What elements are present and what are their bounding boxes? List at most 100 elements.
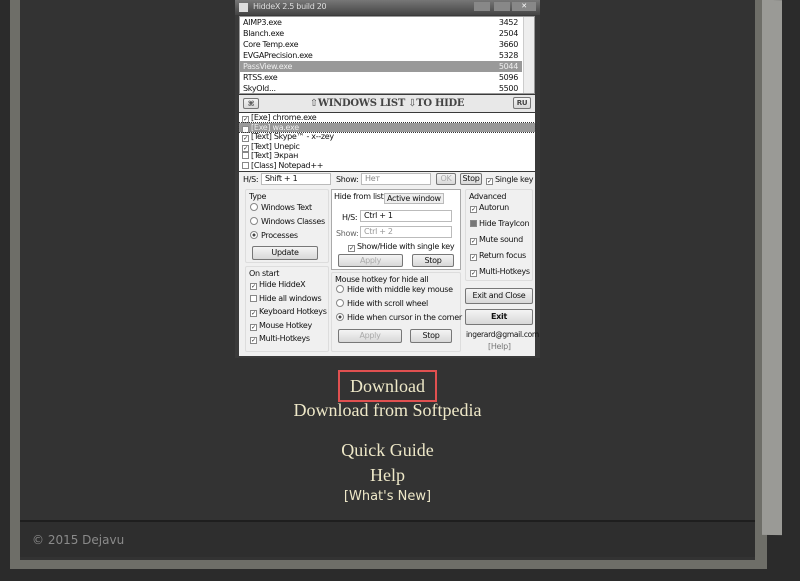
help-link[interactable]: [Help] [488, 342, 511, 351]
checkbox-hide-hiddex[interactable]: ✓ Hide HiddeX [250, 280, 306, 290]
radio-windows-classes[interactable]: Windows Classes [250, 217, 325, 226]
download-link[interactable]: Download [338, 370, 437, 402]
process-pid: 5500 [498, 84, 518, 93]
checkbox-mute-sound[interactable]: ✓ Mute sound [470, 235, 523, 245]
tab-active-window[interactable]: Active window [384, 193, 444, 204]
hide-list-item[interactable]: ✓ [Exe] chrome.exe [239, 113, 535, 123]
hide-item-checkbox[interactable]: ✓ [242, 135, 249, 142]
checkbox-multi-hotkeys[interactable]: ✓ Multi-Hotkeys [470, 267, 530, 277]
radio-hide-when-cursor-in-the-corner[interactable]: Hide when cursor in the corner [336, 313, 462, 322]
update-button[interactable]: Update [252, 246, 318, 260]
checkbox-label: Hide TrayIcon [479, 219, 530, 228]
footer: © 2015 Dejavu [20, 520, 755, 557]
language-button[interactable]: RU [513, 97, 531, 109]
process-row[interactable]: Blanch.exe 2504 [240, 28, 522, 39]
checkbox-autorun[interactable]: ✓ Autorun [470, 203, 509, 213]
hide-item-checkbox[interactable] [242, 152, 249, 159]
mouse-apply-button[interactable]: Apply [338, 329, 402, 343]
single-key-checkbox[interactable]: ✓ Single key [486, 175, 533, 185]
type-title: Type [249, 192, 267, 201]
windows-list-toolbar: ⌘ ⇧WINDOWS LIST ⇩TO HIDE RU [239, 95, 535, 112]
minimize-button[interactable] [474, 2, 490, 11]
process-name: PassView.exe [243, 62, 293, 71]
download-link-wrap: Download [20, 370, 755, 402]
tab-stop-button[interactable]: Stop [412, 254, 454, 267]
process-pid: 5096 [498, 73, 518, 82]
checkbox-return-focus[interactable]: ✓ Return focus [470, 251, 526, 261]
scrollbar[interactable] [523, 17, 534, 93]
checkbox-label: Hide HiddeX [259, 280, 306, 289]
author-email[interactable]: ingerard@gmail.com [466, 330, 539, 339]
checkbox-icon [470, 220, 477, 227]
apply-button[interactable]: Apply [338, 254, 403, 267]
mouse-stop-button[interactable]: Stop [410, 329, 452, 343]
radio-icon [336, 299, 344, 307]
hide-item-label: [Text] Экран [251, 151, 298, 160]
process-list[interactable]: AIMP3.exe 3452 Blanch.exe 2504 Core Temp.exe… [239, 16, 535, 94]
hide-item-label: [Exe] chrome.exe [251, 113, 317, 122]
single-key-label: Single key [495, 175, 534, 184]
radio-windows-text[interactable]: Windows Text [250, 203, 312, 212]
process-row[interactable]: SkyOld... 5500 [240, 83, 522, 93]
help-page-link[interactable]: Help [20, 465, 755, 486]
tab-hide-from-list[interactable]: Hide from list [334, 192, 384, 201]
hide-list-item[interactable]: [Text] Экран [239, 151, 535, 161]
checkbox-icon: ✓ [250, 310, 257, 317]
process-row[interactable]: AIMP3.exe 3452 [240, 17, 522, 28]
radio-label: Hide with middle key mouse [347, 285, 453, 294]
process-row[interactable]: Core Temp.exe 3660 [240, 39, 522, 50]
checkbox-label: Multi-Hotkeys [479, 267, 530, 276]
radio-label: Windows Text [261, 203, 312, 212]
whats-new-link[interactable]: [What's New] [20, 489, 755, 504]
hide-list[interactable]: ✓ [Exe] chrome.exe ✓ [Exe] wa.exe ✓ [Text] Sk… [238, 113, 536, 171]
process-name: Core Temp.exe [243, 40, 299, 49]
checkbox-label: Hide all windows [259, 293, 322, 303]
radio-processes[interactable]: Processes [250, 231, 298, 240]
tab-show-label: Show: [336, 229, 359, 238]
checkbox-hide-all-windows[interactable]: Hide all windows [250, 293, 322, 303]
checkbox-hide-trayicon[interactable]: Hide TrayIcon [470, 219, 530, 228]
checkbox-icon: ✓ [470, 270, 477, 277]
process-row[interactable]: EVGAPrecision.exe 5328 [240, 50, 522, 61]
hide-list-item[interactable]: [Class] Notepad++ [239, 161, 535, 171]
stop-button[interactable]: Stop [460, 173, 482, 185]
hide-list-item[interactable]: ✓ [Text] Unepic [239, 142, 535, 152]
hide-item-label: [Text] Unepic [251, 141, 300, 151]
pin-button[interactable]: ⌘ [243, 98, 259, 109]
tab-hs-input[interactable]: Ctrl + 1 [360, 210, 452, 222]
process-row[interactable]: PassView.exe 5044 [240, 61, 522, 72]
checkbox-label: Autorun [479, 203, 509, 212]
hide-list-item[interactable]: ✓ [Exe] wa.exe [238, 121, 536, 133]
exit-and-close-button[interactable]: Exit and Close [465, 288, 533, 304]
hide-list-item[interactable]: ✓ [Text] Skype™ - x--zey [239, 132, 535, 142]
exit-button[interactable]: Exit [465, 309, 533, 325]
hide-item-checkbox[interactable]: ✓ [242, 116, 249, 123]
tab-show-input[interactable]: Ctrl + 2 [360, 226, 452, 238]
radio-hide-with-middle-key-mouse[interactable]: Hide with middle key mouse [336, 285, 453, 294]
checkbox-icon [250, 294, 257, 302]
ok-button[interactable]: OK [436, 173, 456, 185]
show-input[interactable]: Нет [361, 173, 431, 185]
checkbox-multi-hotkeys[interactable]: ✓ Multi-Hotkeys [250, 334, 310, 344]
softpedia-link[interactable]: Download from Softpedia [20, 400, 755, 421]
maximize-button[interactable] [494, 2, 510, 11]
hide-item-checkbox[interactable] [242, 161, 249, 169]
checkbox-keyboard-hotkeys[interactable]: ✓ Keyboard Hotkeys [250, 307, 327, 317]
app-icon [239, 3, 248, 12]
hotkey-tabs: Hide from list Active window H/S: Ctrl +… [331, 189, 461, 270]
single-toggle-checkbox[interactable]: ✓ Show/Hide with single key [348, 242, 455, 252]
tab-hs-label: H/S: [342, 213, 358, 222]
hs-input[interactable]: Shift + 1 [261, 173, 331, 185]
radio-hide-with-scroll-wheel[interactable]: Hide with scroll wheel [336, 299, 428, 308]
process-pid: 3660 [498, 40, 518, 49]
quick-guide-link[interactable]: Quick Guide [20, 440, 755, 461]
process-pid: 5044 [498, 62, 518, 71]
hide-item-label: [Class] Notepad++ [251, 160, 324, 170]
hs-label: H/S: [243, 175, 259, 184]
windows-list-label: ⇧WINDOWS LIST ⇩TO HIDE [309, 98, 465, 109]
process-row[interactable]: RTSS.exe 5096 [240, 72, 522, 83]
close-button[interactable]: ✕ [512, 2, 536, 11]
radio-label: Windows Classes [261, 217, 325, 226]
process-name: AIMP3.exe [243, 18, 282, 27]
checkbox-mouse-hotkey[interactable]: ✓ Mouse Hotkey [250, 321, 312, 331]
